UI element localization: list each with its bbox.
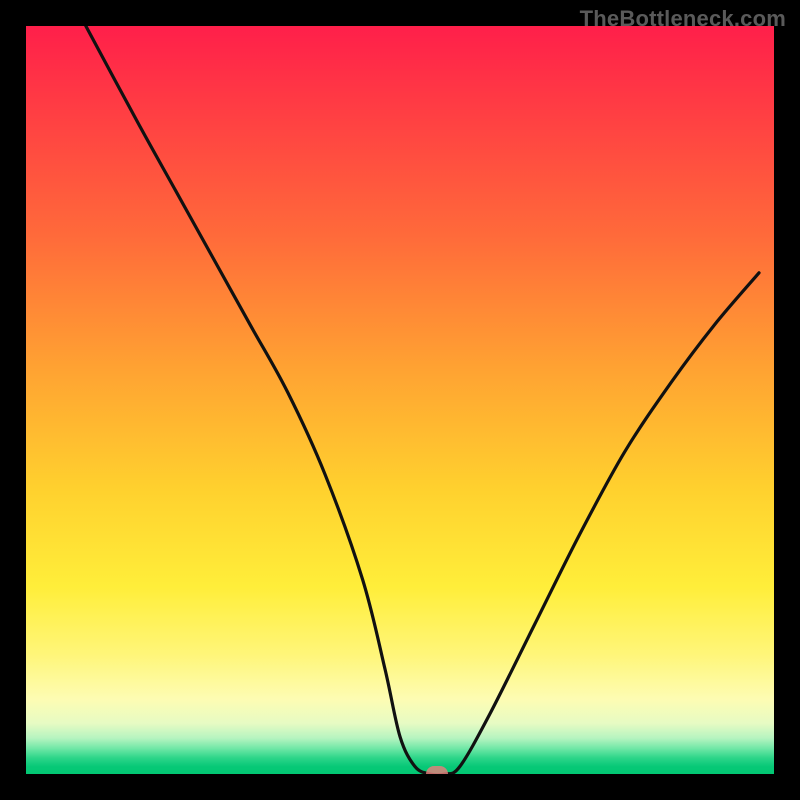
curve-path [86,26,759,774]
minimum-marker [426,766,448,774]
bottleneck-curve [26,26,774,774]
plot-area [26,26,774,774]
chart-frame: TheBottleneck.com [0,0,800,800]
watermark-text: TheBottleneck.com [580,6,786,32]
